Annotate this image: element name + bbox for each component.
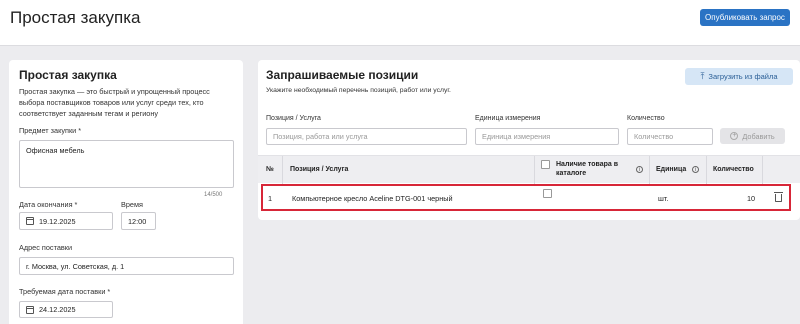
panel-description: Простая закупка — это быстрый и упрощенн…: [19, 87, 210, 118]
delivery-date-value: 24.12.2025: [39, 305, 76, 314]
upload-from-file-button[interactable]: ⤒ Загрузить из файла: [685, 68, 793, 85]
table-row[interactable]: 1 Компьютерное кресло Aceline DTG-001 че…: [261, 184, 791, 211]
position-label: Позиция / Услуга: [266, 115, 321, 122]
col-in-catalog: Наличие товара в каталоге: [556, 161, 619, 177]
delivery-date-input[interactable]: 24.12.2025: [19, 301, 113, 318]
unit-label: Единица измерения: [475, 115, 541, 122]
table-header: № Позиция / Услуга Наличие товара в ката…: [258, 155, 800, 184]
trash-icon[interactable]: [774, 192, 783, 202]
unit-input[interactable]: Единица измерения: [475, 128, 619, 145]
col-unit: Единица: [656, 166, 687, 173]
col-number: №: [266, 166, 274, 173]
address-label: Адрес поставки: [19, 243, 73, 252]
time-input[interactable]: 12:00: [121, 212, 156, 230]
row-number: 1: [268, 194, 273, 203]
row-item: Компьютерное кресло Aceline DTG-001 черн…: [292, 194, 453, 203]
upload-button-label: Загрузить из файла: [708, 72, 778, 81]
requested-items-panel: Запрашиваемые позиции Укажите необходимы…: [258, 60, 800, 220]
char-counter: 14/500: [204, 192, 223, 198]
panel-title: Простая закупка: [19, 68, 117, 82]
end-date-label: Дата окончания *: [19, 200, 78, 209]
subject-label: Предмет закупки *: [19, 126, 82, 135]
subject-textarea[interactable]: Офисная мебель: [19, 140, 234, 188]
panel-title: Запрашиваемые позиции: [266, 68, 419, 82]
row-quantity: 10: [747, 194, 756, 203]
page-title: Простая закупка: [10, 8, 141, 27]
publish-request-button[interactable]: Опубликовать запрос: [700, 9, 790, 26]
add-item-button[interactable]: + Добавить: [720, 128, 785, 144]
row-unit: шт.: [658, 194, 669, 203]
info-icon[interactable]: i: [636, 166, 643, 173]
purchase-form-panel: Простая закупка Простая закупка — это бы…: [9, 60, 243, 324]
position-input[interactable]: Позиция, работа или услуга: [266, 128, 467, 145]
time-label: Время: [121, 200, 143, 209]
top-bar: Простая закупка Опубликовать запрос: [0, 0, 800, 46]
col-item: Позиция / Услуга: [290, 166, 349, 173]
in-catalog-checkbox[interactable]: [543, 189, 552, 198]
select-all-catalog-checkbox[interactable]: [541, 160, 550, 169]
end-date-input[interactable]: 19.12.2025: [19, 212, 113, 230]
add-button-label: Добавить: [742, 131, 775, 141]
end-date-value: 19.12.2025: [39, 216, 76, 226]
time-value: 12:00: [128, 216, 147, 226]
calendar-icon: [26, 305, 34, 314]
address-input[interactable]: г. Москва, ул. Советская, д. 1: [19, 257, 234, 275]
plus-circle-icon: +: [730, 132, 739, 140]
panel-subtitle: Укажите необходимый перечень позиций, ра…: [266, 87, 451, 94]
col-quantity: Количество: [713, 166, 754, 173]
address-value: г. Москва, ул. Советская, д. 1: [26, 261, 125, 271]
delivery-date-label: Требуемая дата поставки *: [19, 287, 111, 296]
upload-icon: ⤒: [700, 71, 705, 81]
quantity-label: Количество: [627, 115, 665, 122]
info-icon[interactable]: i: [692, 166, 699, 173]
calendar-icon: [26, 217, 34, 225]
quantity-input[interactable]: Количество: [627, 128, 713, 145]
